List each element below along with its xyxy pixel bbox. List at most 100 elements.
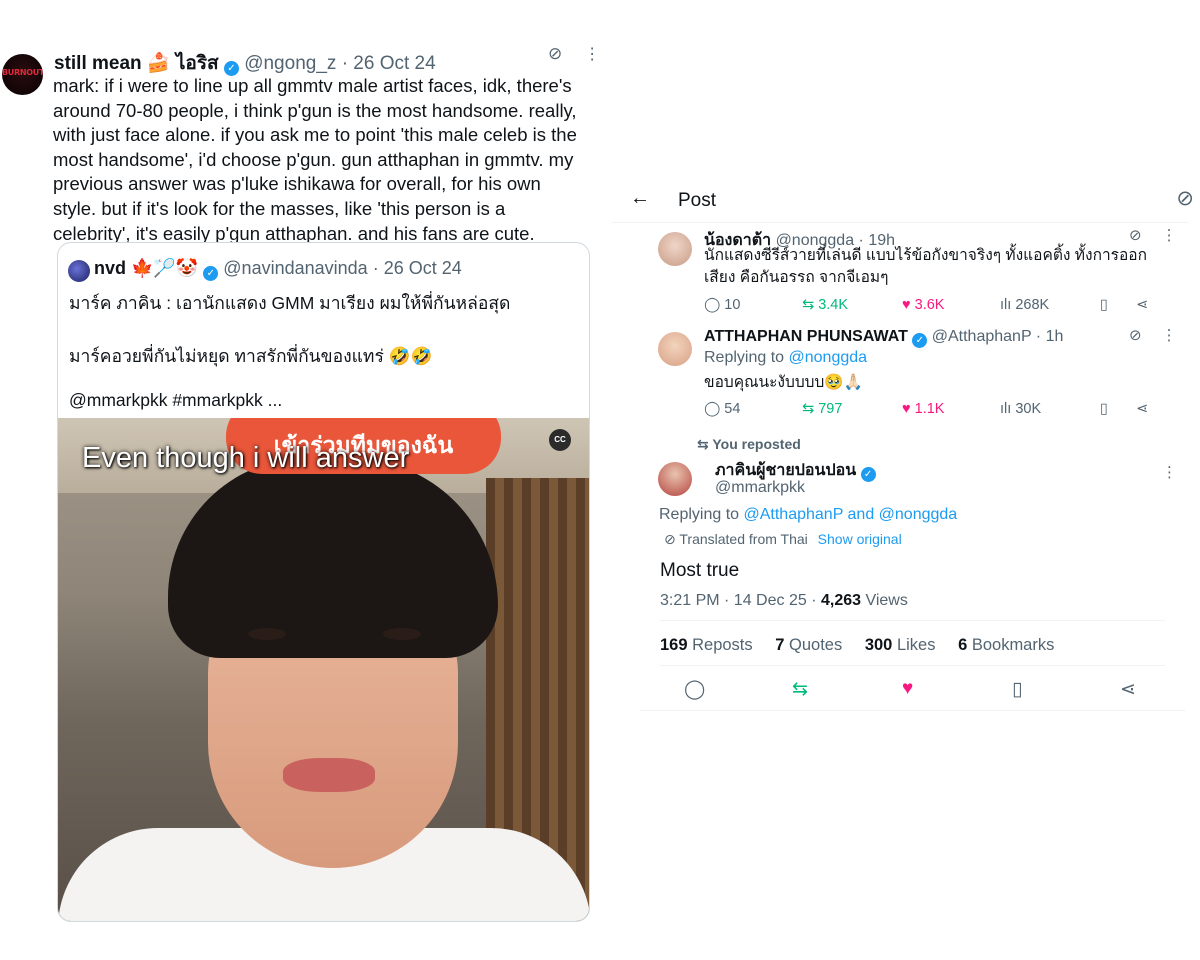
likes-stat[interactable]: 300 Likes [865, 636, 936, 654]
more-options-icon[interactable]: ⋮ [1162, 227, 1177, 244]
tweet-body-line: with just face alone. if you ask me to p… [53, 124, 577, 146]
post-stats: 169 Reposts 7 Quotes 300 Likes 6 Bookmar… [660, 636, 1072, 655]
divider [660, 665, 1165, 666]
tweet-body-line: style. but if it's look for the masses, … [53, 197, 506, 219]
like-button[interactable]: ♥ 1.1K [902, 401, 944, 417]
quoted-author-handle: @navindanavinda [223, 258, 368, 278]
likes-label: Likes [892, 636, 936, 654]
reply-button[interactable]: ◯ 10 [704, 297, 740, 313]
right-screenshot: ← Post ⊘ น้องดาต้า @nonggda · 19h ⊘ ⋮ นัก… [612, 160, 1200, 720]
views-icon: ılı [1000, 401, 1012, 417]
repost-icon: ⇆ [802, 297, 815, 313]
main-author-avatar[interactable] [658, 462, 692, 496]
reply-time[interactable]: 1h [1046, 328, 1064, 345]
reply-author-handle[interactable]: @AtthaphanP [932, 328, 1032, 345]
back-arrow-icon[interactable]: ← [630, 187, 650, 210]
view-count: 268K [1015, 297, 1050, 313]
replying-to-link[interactable]: @AtthaphanP and @nonggda [744, 506, 958, 523]
reply-text-line: นักแสดงซีรีส์วายที่เล่นดี แบบไร้ข้อกังขา… [704, 247, 1147, 264]
grok-icon[interactable]: ⊘ [1129, 327, 1142, 344]
post-timestamp[interactable]: 3:21 PM · 14 Dec 25 · [660, 592, 821, 609]
more-options-icon[interactable]: ⋮ [1162, 327, 1177, 344]
repost-count: 797 [818, 401, 843, 417]
closed-captions-icon[interactable]: CC [549, 429, 571, 451]
comment-icon: ◯ [704, 401, 721, 417]
comment-icon[interactable]: ◯ [684, 678, 705, 701]
more-options-icon[interactable]: ⋮ [1162, 464, 1177, 481]
reply-avatar[interactable] [658, 332, 692, 366]
reply-tools: ⊘ ⋮ [1129, 326, 1177, 344]
replying-to: Replying to @nonggda [704, 349, 867, 367]
divider [640, 710, 1185, 711]
show-original-link[interactable]: Show original [818, 531, 902, 547]
views-count: 4,263 [820, 592, 862, 609]
verified-badge-icon: ✓ [860, 467, 876, 482]
reply-count: 54 [724, 401, 741, 417]
tweet-tools: ⊘ ⋮ [548, 44, 600, 64]
reply-author-name[interactable]: ATTHAPHAN PHUNSAWAT [704, 328, 908, 345]
like-count: 3.6K [914, 297, 945, 313]
main-author-name[interactable]: ภาคินผู้ชายปอนปอน [715, 462, 856, 479]
share-icon[interactable]: ⋖ [1120, 678, 1136, 701]
quoted-text-line: มาร์คอวยพี่กันไม่หยุด ทาสรักพี่กันของแทร… [69, 346, 433, 366]
repost-button[interactable]: ⇆ 3.4K [802, 297, 848, 313]
reposts-stat[interactable]: 169 Reposts [660, 636, 753, 654]
reply-actions: ◯ 54 ⇆ 797 ♥ 1.1K ılı 30K ▯ ⋖ [704, 401, 1164, 421]
repost-small-icon: ⇆ [697, 436, 709, 452]
bookmark-icon[interactable]: ▯ [1100, 401, 1108, 417]
grok-icon[interactable]: ⊘ [1176, 186, 1194, 211]
heart-icon: ♥ [902, 297, 911, 313]
share-icon[interactable]: ⋖ [1136, 297, 1148, 313]
quoted-text-line: มาร์ค ภาคิน : เอานักแสดง GMM มาเรียง ผมใ… [69, 293, 511, 313]
replying-label: Replying to [704, 349, 785, 366]
reposts-count: 169 [660, 636, 688, 654]
translated-label: Translated from Thai [679, 531, 808, 547]
share-icon[interactable]: ⋖ [1136, 401, 1148, 417]
views-button[interactable]: ılı 30K [1000, 401, 1041, 417]
main-author-handle[interactable]: @mmarkpkk [715, 479, 805, 496]
views-button[interactable]: ılı 268K [1000, 297, 1049, 313]
separator-dot: · [341, 53, 354, 74]
main-author-handle-row: @mmarkpkk [715, 479, 805, 497]
bookmark-icon[interactable]: ▯ [1012, 678, 1022, 701]
quotes-stat[interactable]: 7 Quotes [775, 636, 842, 654]
quoted-author-avatar [68, 260, 90, 282]
tweet-header: still mean 🍰 ไอริส ✓ @ngong_z · 26 Oct 2… [54, 48, 574, 76]
heart-icon[interactable]: ♥ [902, 678, 913, 700]
quoted-tweet-header: nvd 🍁🏸🤡 ✓ @navindanavinda · 26 Oct 24 [94, 258, 462, 281]
video-player[interactable]: เข้าร่วมทีมของฉัน Even though i will ans… [58, 418, 589, 921]
divider [612, 222, 1188, 223]
repost-icon[interactable]: ⇆ [792, 678, 808, 701]
author-handle[interactable]: @ngong_z [244, 53, 336, 74]
bookmark-icon[interactable]: ▯ [1100, 297, 1108, 313]
divider [660, 620, 1165, 621]
separator-dot: · [1035, 328, 1046, 345]
view-count: 30K [1015, 401, 1042, 417]
like-count: 1.1K [914, 401, 945, 417]
replying-label: Replying to [659, 506, 740, 523]
replying-to-link[interactable]: @nonggda [789, 349, 868, 366]
post-topbar: ← Post ⊘ [612, 160, 1200, 222]
repost-button[interactable]: ⇆ 797 [802, 401, 842, 417]
grok-icon[interactable]: ⊘ [1129, 227, 1142, 244]
bookmarks-stat[interactable]: 6 Bookmarks [958, 636, 1054, 654]
quoted-tweet-date: 26 Oct 24 [383, 258, 462, 278]
reposts-label: Reposts [687, 636, 753, 654]
quotes-label: Quotes [784, 636, 843, 654]
quoted-tweet-card[interactable]: nvd 🍁🏸🤡 ✓ @navindanavinda · 26 Oct 24 มา… [57, 242, 590, 922]
more-options-icon[interactable]: ⋮ [584, 46, 600, 63]
reply-text-line: เสียง คือกันอรรถ จากจีเอมๆ [704, 269, 889, 286]
tweet-date[interactable]: 26 Oct 24 [353, 53, 435, 74]
reply-button[interactable]: ◯ 54 [704, 401, 740, 417]
tweet-body-line: around 70-80 people, i think p'gun is th… [53, 99, 577, 121]
reply-actions: ◯ 10 ⇆ 3.4K ♥ 3.6K ılı 268K ▯ ⋖ [704, 297, 1164, 317]
reply-text: นักแสดงซีรีส์วายที่เล่นดี แบบไร้ข้อกังขา… [704, 245, 1147, 289]
grok-icon[interactable]: ⊘ [548, 44, 562, 63]
author-name[interactable]: still mean 🍰 ไอริส [54, 53, 219, 74]
post-action-bar: ◯ ⇆ ♥ ▯ ⋖ [684, 678, 1144, 700]
like-button[interactable]: ♥ 3.6K [902, 297, 944, 313]
views-label: Views [861, 592, 908, 609]
translation-note: ⊘ Translated from Thai Show original [664, 531, 902, 548]
reply-avatar[interactable] [658, 232, 692, 266]
author-avatar[interactable]: BURNOUT [2, 54, 43, 95]
